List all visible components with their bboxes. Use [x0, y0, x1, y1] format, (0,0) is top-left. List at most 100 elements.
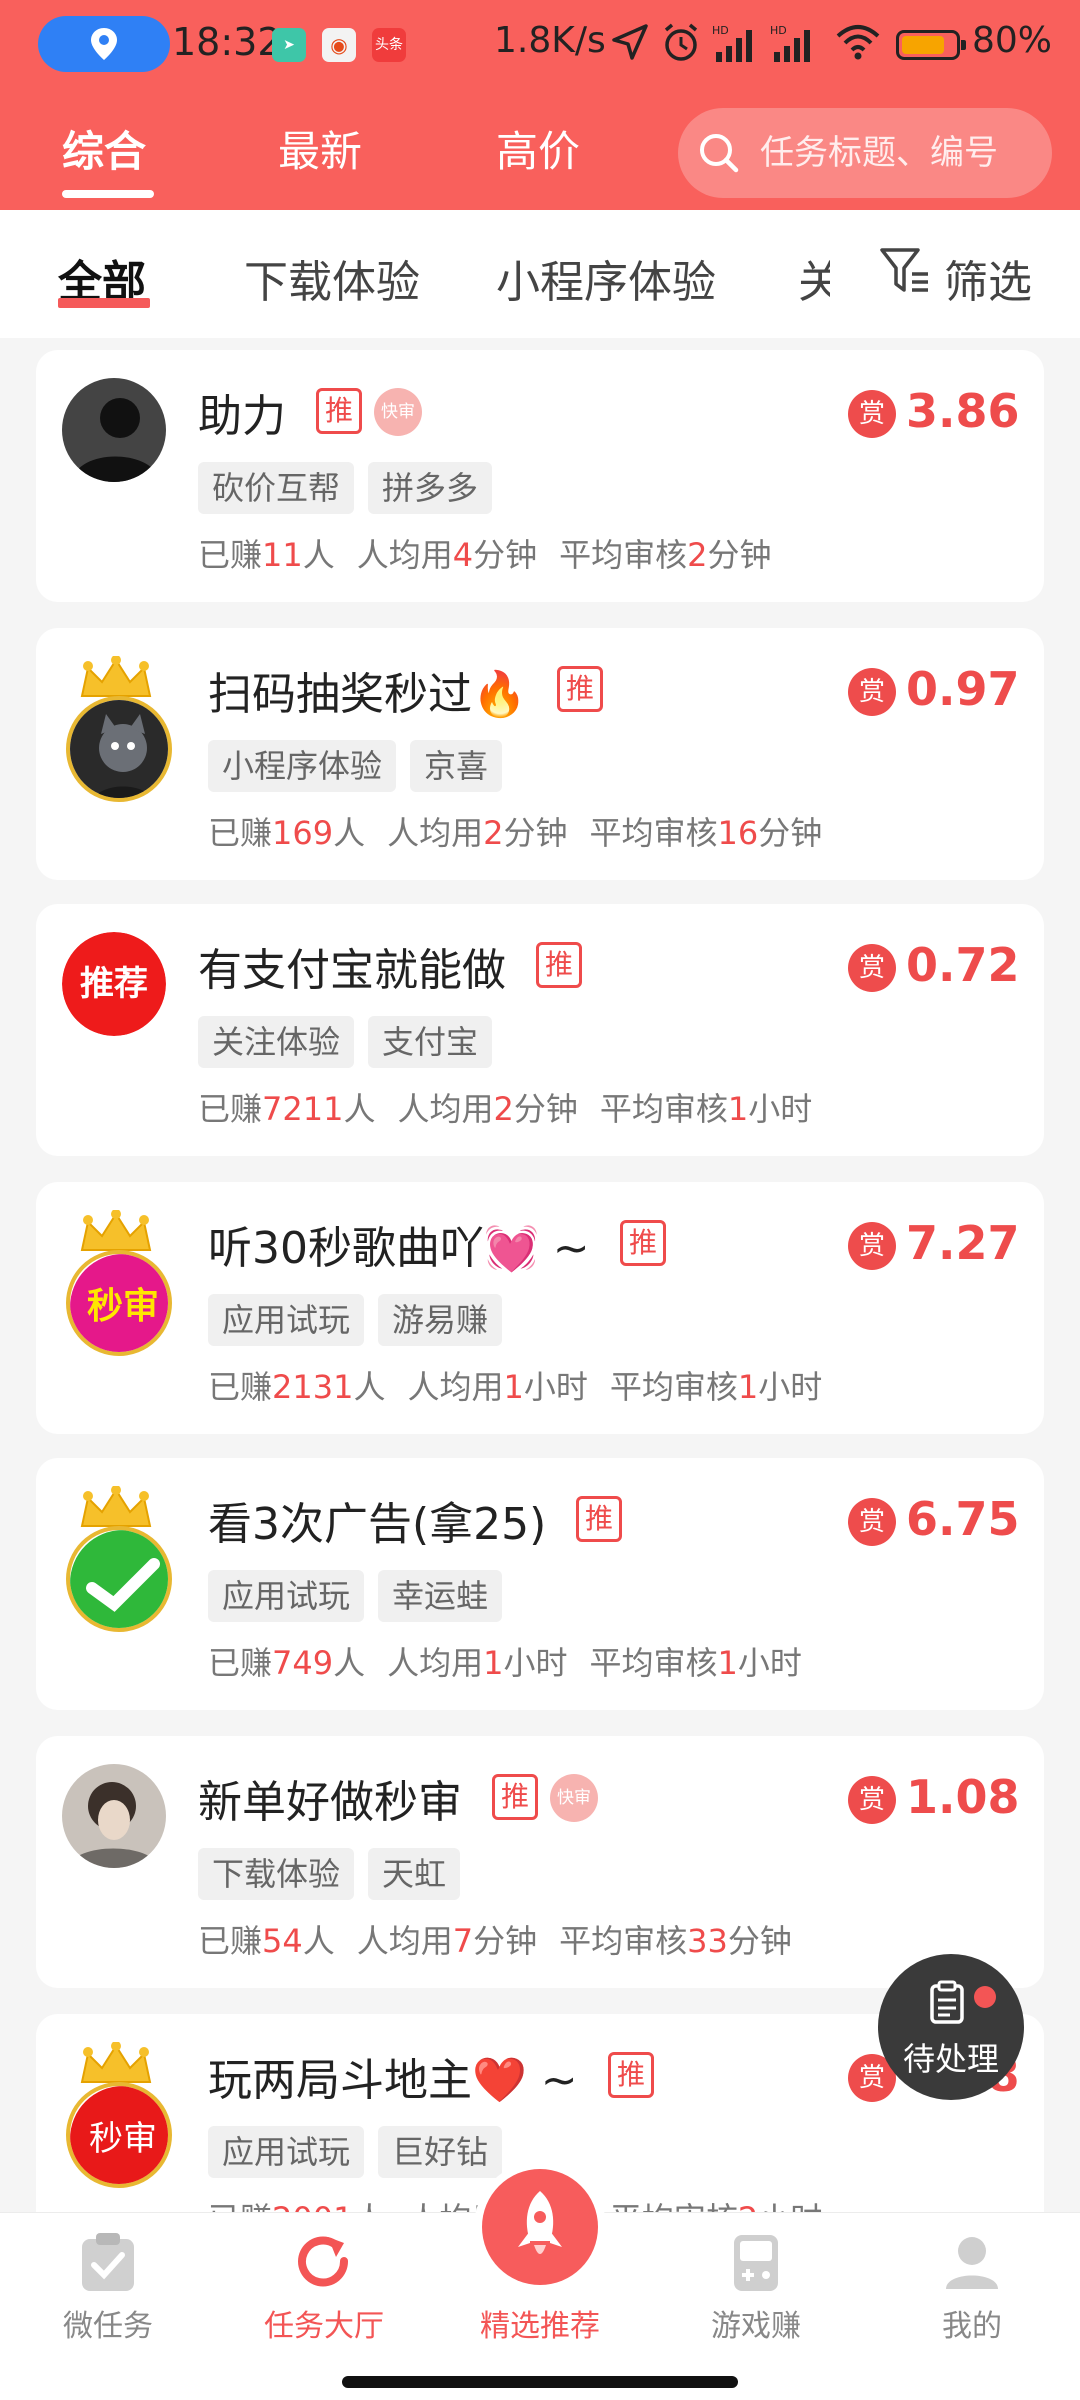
- crown-icon: [80, 1210, 152, 1251]
- reward-icon: 赏: [848, 944, 896, 992]
- user-icon: [946, 2237, 998, 2289]
- task-title: 听30秒歌曲吖💓 ~: [208, 1223, 590, 1274]
- task-card[interactable]: 助力推快审赏 3.86 砍价互帮 拼多多 已赚11人 人均用4分钟 平均审核2分钟: [36, 350, 1044, 602]
- battery-level: [902, 36, 944, 54]
- task-stats: 已赚54人 人均用7分钟 平均审核33分钟: [198, 1916, 792, 1962]
- alarm-icon: [664, 23, 698, 61]
- avatar-image: [70, 700, 168, 798]
- reward-amount-group: 赏 3.86: [848, 384, 1020, 444]
- task-card[interactable]: 扫码抽奖秒过🔥 推赏 0.97 小程序体验 京喜 已赚169人 人均用2分钟 平均审核16分钟: [36, 628, 1044, 880]
- stats-label: 平均审核: [559, 1922, 688, 1960]
- stats-label: 人: [302, 536, 335, 574]
- stats-label: 人均用: [387, 1644, 484, 1682]
- signal-hd-1-icon: HD: [712, 24, 752, 62]
- nav-task-hall[interactable]: 任务大厅: [216, 2213, 432, 2355]
- nav-label: 精选推荐: [480, 2309, 600, 2344]
- avg-review-unit: 小时: [758, 2200, 822, 2212]
- filter-label: 筛选: [944, 257, 1032, 308]
- search-box[interactable]: [678, 108, 1052, 198]
- search-input[interactable]: [760, 126, 1040, 180]
- task-stats: 已赚169人 人均用2分钟 平均审核16分钟: [208, 808, 822, 854]
- avatar-image: [62, 1764, 166, 1868]
- avg-review-unit: 小时: [748, 1090, 813, 1128]
- clipboard-check-icon: [82, 2233, 134, 2291]
- filter-button[interactable]: 筛选: [832, 210, 1080, 338]
- pending-label: 待处理: [902, 2040, 999, 2078]
- task-tag: 下载体验: [198, 1848, 355, 1900]
- nav-label: 我的: [942, 2309, 1002, 2344]
- stats-label: 平均审核: [609, 1368, 738, 1406]
- avatar: [66, 1526, 172, 1632]
- nav-profile[interactable]: 我的: [864, 2213, 1080, 2355]
- avg-time-unit: 小时: [503, 1644, 568, 1682]
- nav-featured[interactable]: 精选推荐: [432, 2169, 648, 2355]
- reward-amount-group: 赏 0.72: [848, 938, 1020, 998]
- recommend-badge: 推: [536, 942, 582, 988]
- avg-time: 2: [493, 1090, 514, 1128]
- task-avatar: [62, 378, 168, 508]
- tab-comprehensive[interactable]: 综合: [62, 118, 146, 179]
- task-card[interactable]: 看3次广告(拿25) 推赏 6.75 应用试玩 幸运蛙 已赚749人 人均用1小时 平均审核1…: [36, 1458, 1044, 1710]
- stats-label: 已赚: [208, 1644, 273, 1682]
- stats-label: 人: [353, 1368, 386, 1406]
- stats-label: 人均用: [356, 1922, 453, 1960]
- recommend-badge: 推: [608, 2052, 654, 2098]
- reward-amount: 7.27: [906, 1216, 1020, 1270]
- stats-label: 人均用: [397, 1090, 494, 1128]
- stats-label: 已赚: [198, 536, 263, 574]
- earned-count: 2131: [272, 1368, 354, 1406]
- stats-label: 已赚: [208, 1368, 273, 1406]
- avatar: 推荐: [62, 932, 166, 1036]
- avatar: [66, 696, 172, 802]
- earned-count: 2001: [272, 2200, 353, 2212]
- reward-amount: 0.72: [906, 938, 1020, 992]
- task-card[interactable]: 推荐 有支付宝就能做推 赏 0.72 关注体验 支付宝 已赚7211人 人均用2分钟 平均审核1…: [36, 904, 1044, 1156]
- nav-game-earn[interactable]: 游戏赚: [648, 2213, 864, 2355]
- avg-time-unit: 分钟: [503, 814, 568, 852]
- recommend-badge: 推: [557, 666, 603, 712]
- reward-amount: 0.97: [906, 662, 1020, 716]
- avatar: [62, 1764, 166, 1868]
- task-list: 助力推快审赏 3.86 砍价互帮 拼多多 已赚11人 人均用4分钟 平均审核2分钟 扫码抽奖秒…: [0, 338, 1080, 2212]
- fast-review-badge: 快审: [374, 388, 422, 436]
- pending-tasks-button[interactable]: 待处理: [878, 1954, 1024, 2100]
- avg-review: 1: [727, 1090, 749, 1128]
- avg-review-unit: 小时: [758, 1368, 823, 1406]
- recommend-badge: 推: [316, 388, 362, 434]
- stats-label: 人均用: [356, 536, 453, 574]
- filter-icon: [880, 248, 928, 292]
- avg-review-unit: 分钟: [727, 1922, 792, 1960]
- task-avatar: 秒审: [62, 2042, 172, 2188]
- task-tag: 小程序体验: [208, 740, 397, 792]
- task-card[interactable]: 秒审 听30秒歌曲吖💓 ~ 推赏 7.27 应用试玩 游易赚 已赚2131人 人均用1小时 平均…: [36, 1182, 1044, 1434]
- category-tab-follow[interactable]: 关: [798, 246, 830, 310]
- reward-amount-group: 赏 7.27: [848, 1216, 1020, 1276]
- avg-review: 33: [687, 1922, 728, 1960]
- avg-time: 2: [483, 814, 504, 852]
- tab-latest[interactable]: 最新: [278, 118, 362, 179]
- recommend-badge: 推: [620, 1220, 666, 1266]
- task-title: 有支付宝就能做: [198, 945, 506, 996]
- stats-label: 人: [302, 1922, 335, 1960]
- crown-icon: [80, 1486, 152, 1527]
- task-card[interactable]: 新单好做秒审推快审赏 1.08 下载体验 天虹 已赚54人 人均用7分钟 平均审核33分钟: [36, 1736, 1044, 1988]
- stats-label: 平均审核: [559, 536, 688, 574]
- nav-micro-task[interactable]: 微任务: [0, 2213, 216, 2355]
- svg-text:HD: HD: [770, 24, 787, 37]
- instant-review-avatar: 秒审: [70, 1254, 168, 1352]
- category-active-indicator: [58, 298, 150, 308]
- avatar: 秒审: [66, 1250, 172, 1356]
- task-tag: 天虹: [368, 1848, 461, 1900]
- avg-review-unit: 分钟: [758, 814, 823, 852]
- category-tab-download[interactable]: 下载体验: [244, 246, 420, 310]
- battery-percent: 80%: [972, 20, 1053, 61]
- avatar: 秒审: [66, 2082, 172, 2188]
- category-tab-miniprogram[interactable]: 小程序体验: [496, 246, 716, 310]
- home-indicator[interactable]: [342, 2376, 738, 2388]
- navigation-arrow-icon: [612, 24, 648, 60]
- task-avatar: [62, 1764, 168, 1894]
- refresh-icon: [298, 2236, 349, 2287]
- task-title: 助力: [198, 391, 286, 442]
- earned-count: 11: [262, 536, 303, 574]
- tab-high-price[interactable]: 高价: [496, 118, 580, 179]
